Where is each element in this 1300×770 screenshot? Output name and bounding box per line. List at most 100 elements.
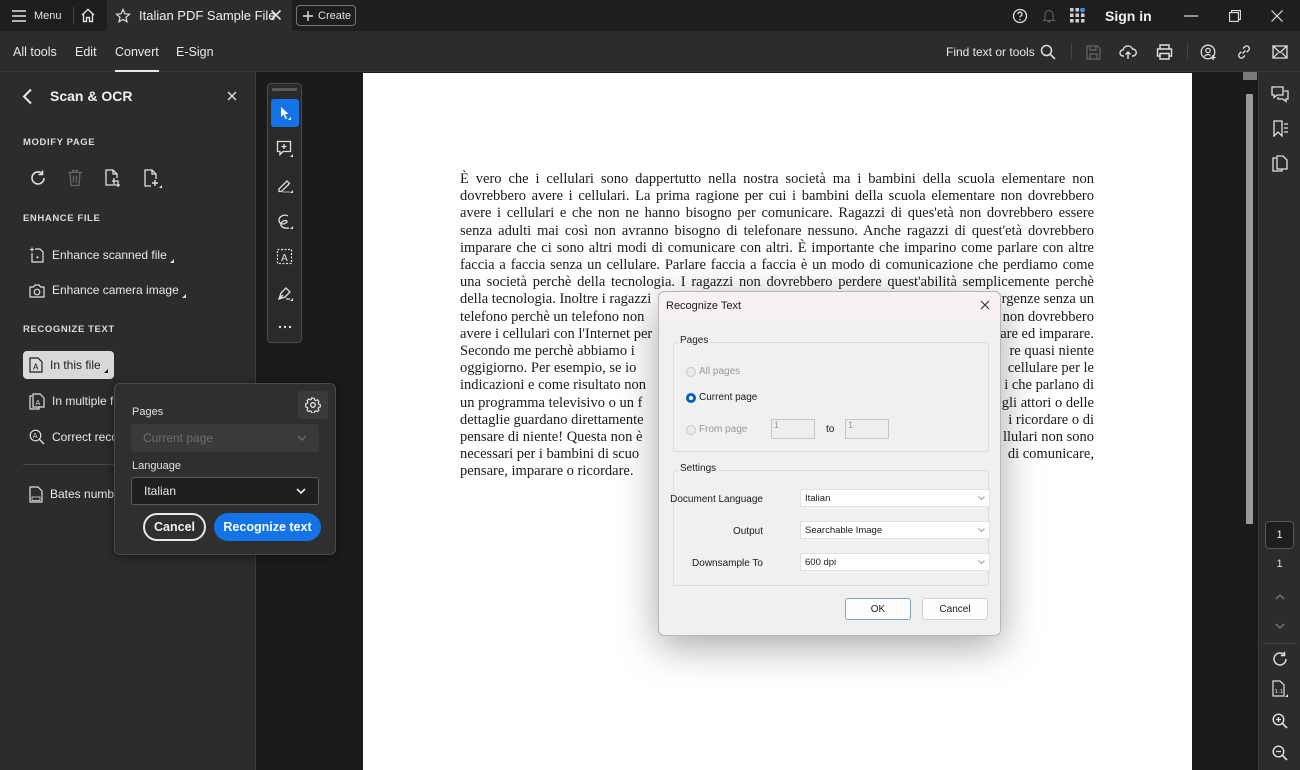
scroll-up-arrow[interactable] xyxy=(1243,72,1257,80)
pages-panel-button[interactable] xyxy=(1269,152,1291,174)
tab-all-tools[interactable]: All tools xyxy=(13,31,57,72)
next-page-button[interactable] xyxy=(1269,615,1291,637)
cancel-button[interactable]: Cancel xyxy=(143,513,206,541)
copy-link-button[interactable] xyxy=(1233,41,1255,63)
settings-button[interactable] xyxy=(298,391,328,419)
rotate-view-button[interactable] xyxy=(1269,648,1291,670)
bates-numbering[interactable]: Bates numbering xyxy=(23,480,123,508)
menu-button[interactable]: Menu xyxy=(12,0,62,31)
print-button[interactable] xyxy=(1153,41,1175,63)
select-tool-button[interactable] xyxy=(271,99,299,127)
pages-value: Current page xyxy=(143,431,214,445)
radio-current-page[interactable]: Current page xyxy=(686,392,757,403)
language-value: Italian xyxy=(144,484,177,498)
dialog-titlebar: Recognize Text xyxy=(659,292,1000,320)
zoom-in-button[interactable] xyxy=(1269,710,1291,732)
divider xyxy=(1187,43,1188,60)
language-label: Language xyxy=(132,460,181,472)
crop-page-icon xyxy=(104,169,122,187)
scroll-thumb[interactable] xyxy=(1246,94,1253,524)
printer-icon xyxy=(1156,44,1173,60)
crop-page-button[interactable] xyxy=(104,169,122,187)
add-comment-tool[interactable] xyxy=(271,135,299,163)
recognize-in-multiple-files[interactable]: A In multiple files xyxy=(23,387,123,415)
drag-handle[interactable] xyxy=(272,88,297,91)
dialog-cancel-button[interactable]: Cancel xyxy=(922,598,988,620)
hamburger-icon xyxy=(12,9,26,22)
upload-cloud-button[interactable] xyxy=(1117,41,1139,63)
enhance-scanned-file[interactable]: Enhance scanned file xyxy=(23,241,180,269)
chevron-down-icon xyxy=(296,488,306,494)
email-button[interactable] xyxy=(1269,41,1291,63)
previous-page-button[interactable] xyxy=(1269,586,1291,608)
radio-all-pages[interactable]: All pages xyxy=(686,366,740,377)
title-bar: Menu Italian PDF Sample File Create Sign… xyxy=(0,0,1300,31)
fountain-pen-icon xyxy=(276,284,294,302)
correct-recognized-text[interactable]: A Correct recognized text xyxy=(23,423,123,451)
current-page-input[interactable]: 1 xyxy=(1265,521,1294,549)
highlight-tool[interactable] xyxy=(271,171,299,199)
ok-button[interactable]: OK xyxy=(845,598,911,620)
close-icon xyxy=(227,91,237,101)
text-box-tool[interactable]: A xyxy=(271,243,299,271)
search-text-icon: A xyxy=(29,429,45,445)
chevron-left-icon xyxy=(21,88,33,105)
tab-title: Italian PDF Sample File xyxy=(139,8,276,23)
tab-convert[interactable]: Convert xyxy=(115,31,159,72)
downsample-select[interactable]: 600 dpi xyxy=(800,553,990,571)
sign-tool[interactable] xyxy=(271,279,299,307)
sign-in-button[interactable]: Sign in xyxy=(1105,0,1152,31)
recognize-text-button[interactable]: Recognize text xyxy=(214,513,321,541)
delete-page-button[interactable] xyxy=(67,169,83,187)
comments-panel-button[interactable] xyxy=(1269,83,1291,105)
chevron-up-icon xyxy=(1275,594,1285,600)
chevron-down-icon xyxy=(978,496,985,500)
more-tools-button[interactable] xyxy=(271,313,299,341)
right-rail: 1 1 1:1 xyxy=(1258,72,1300,770)
radio-from-page[interactable]: From page xyxy=(686,424,747,435)
document-tab[interactable]: Italian PDF Sample File xyxy=(107,0,292,31)
insert-page-button[interactable] xyxy=(143,169,163,189)
pages-group: Pages All pages Current page From page 1… xyxy=(673,335,989,452)
share-user-button[interactable] xyxy=(1197,41,1219,63)
item-label: Correct recognized text xyxy=(52,430,123,444)
apps-button[interactable] xyxy=(1070,0,1085,31)
create-button[interactable]: Create xyxy=(296,5,356,26)
fit-page-button[interactable]: 1:1 xyxy=(1269,678,1291,700)
submenu-caret-icon xyxy=(169,259,174,263)
divider xyxy=(73,7,74,24)
to-page-input[interactable]: 1 xyxy=(845,419,889,439)
home-button[interactable] xyxy=(80,0,96,31)
apps-grid-icon xyxy=(1070,8,1085,23)
doc-language-select[interactable]: Italian xyxy=(800,489,990,507)
close-panel-button[interactable] xyxy=(227,91,237,101)
rotate-icon xyxy=(29,169,47,187)
search-button[interactable] xyxy=(1037,41,1059,63)
dialog-close-button[interactable] xyxy=(980,300,990,310)
save-button[interactable] xyxy=(1082,41,1104,63)
close-tab-icon[interactable] xyxy=(270,9,282,21)
draw-tool[interactable] xyxy=(271,207,299,235)
vertical-scrollbar[interactable] xyxy=(1243,72,1257,770)
minimize-button[interactable] xyxy=(1184,0,1198,31)
save-icon xyxy=(1085,44,1101,60)
zoom-out-button[interactable] xyxy=(1269,742,1291,764)
help-button[interactable] xyxy=(1012,0,1028,31)
document-line: dovrebbero avere i cellulari. La prima r… xyxy=(460,188,1094,205)
language-select[interactable]: Italian xyxy=(131,477,319,505)
tab-edit[interactable]: Edit xyxy=(75,31,97,72)
recognize-in-this-file[interactable]: A In this file xyxy=(23,351,114,379)
star-icon[interactable] xyxy=(115,7,131,24)
back-button[interactable] xyxy=(21,88,33,105)
rotate-page-button[interactable] xyxy=(29,169,47,187)
bookmarks-panel-button[interactable] xyxy=(1269,117,1291,139)
close-window-button[interactable] xyxy=(1271,0,1283,31)
tab-e-sign[interactable]: E-Sign xyxy=(176,31,214,72)
actual-size-icon: 1:1 xyxy=(1271,680,1289,698)
notifications-button[interactable] xyxy=(1042,0,1056,31)
from-page-input[interactable]: 1 xyxy=(771,419,815,439)
find-text-button[interactable]: Find text or tools xyxy=(946,31,1035,72)
enhance-camera-image[interactable]: Enhance camera image xyxy=(23,276,192,304)
output-select[interactable]: Searchable Image xyxy=(800,521,990,539)
restore-button[interactable] xyxy=(1229,0,1241,31)
